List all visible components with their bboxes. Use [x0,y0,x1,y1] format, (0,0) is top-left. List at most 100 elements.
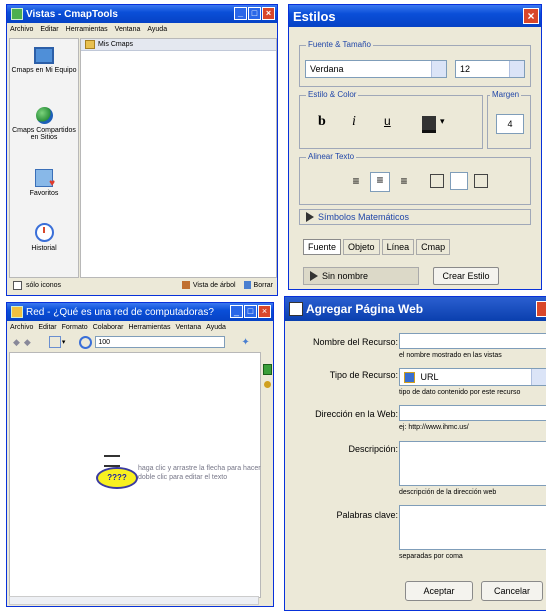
resource-name-label: Nombre del Recurso: [312,337,398,347]
create-style-button[interactable]: Crear Estilo [433,267,499,285]
math-symbols-label: Símbolos Matemáticos [318,212,410,222]
only-icons-checkbox[interactable] [13,280,22,290]
agregar-window: Agregar Página Web Nombre del Recurso: e… [284,296,546,611]
menu-archivo[interactable]: Archivo [10,26,33,33]
close-button[interactable] [536,301,546,317]
align-legend: Alinear Texto [306,152,357,161]
italic-button[interactable]: i [352,114,356,130]
web-address-hint: ej: http://www.ihmc.us/ [399,424,469,431]
vistas-main-pane: Mis Cmaps [80,38,277,278]
margin-legend: Margen [490,90,522,99]
chevron-down-icon[interactable] [509,61,524,77]
sidebar-item-historial[interactable]: Historial [10,223,78,252]
chevron-down-icon[interactable] [531,369,546,385]
sidebar-item-label: Cmaps Compartidos en Sitios [12,127,76,141]
play-icon [310,271,318,281]
horizontal-scrollbar[interactable] [9,596,259,605]
history-icon [34,223,54,242]
create-style-label: Crear Estilo [442,271,490,281]
folder-header[interactable]: Mis Cmaps [81,39,276,51]
bold-button[interactable]: b [318,114,326,130]
vistas-titlebar[interactable]: Vistas - CmapTools _ □ × [7,5,277,23]
resource-type-select[interactable]: URL [399,368,546,386]
agregar-titlebar[interactable]: Agregar Página Web [285,297,546,321]
chevron-down-icon[interactable]: ▾ [62,338,66,346]
sidebar-item-favoritos[interactable]: ♥ Favoritos [10,169,78,197]
estilos-titlebar[interactable]: Estilos × [289,5,541,27]
map-icon [11,306,23,318]
folder-header-label: Mis Cmaps [98,41,134,48]
style-name-bar[interactable]: Sin nombre [303,267,419,285]
vistas-sidebar: Cmaps en Mi Equipo Cmaps Compartidos en … [9,38,79,278]
accept-label: Aceptar [423,586,455,596]
tool-icon[interactable] [263,381,271,388]
minimize-button[interactable]: _ [234,7,247,20]
description-textarea[interactable] [399,441,546,486]
menu-colaborar[interactable]: Colaborar [93,324,124,331]
palette-icon[interactable] [262,364,272,375]
margin-group: Margen 4 [487,90,531,149]
tab-fuente[interactable]: Fuente [303,239,342,255]
align-center-icon[interactable]: ≡ [370,172,390,192]
maximize-button[interactable]: □ [244,305,257,318]
menu-editar[interactable]: Editar [38,324,56,331]
forward-icon[interactable]: ◆ [24,337,31,348]
valign-middle-icon[interactable] [450,172,468,190]
maximize-button[interactable]: □ [248,7,261,20]
menu-archivo[interactable]: Archivo [10,324,33,331]
resource-type-label: Tipo de Recurso: [329,370,398,380]
close-button[interactable]: × [262,7,275,20]
connector-handle-icon[interactable] [104,455,120,467]
text-color-icon[interactable] [422,116,436,133]
folder-icon [85,40,95,49]
accept-button[interactable]: Aceptar [405,581,473,601]
align-left-icon[interactable]: ≡ [348,174,364,190]
red-menubar: Archivo Editar Formato Colaborar Herrami… [7,321,273,334]
menu-ventana[interactable]: Ventana [115,26,141,33]
resource-type-value: URL [420,372,439,382]
chevron-down-icon[interactable] [431,61,446,77]
sidebar-item-mi-equipo[interactable]: Cmaps en Mi Equipo [10,47,78,74]
font-name-select[interactable]: Verdana [305,60,447,78]
tab-objeto[interactable]: Objeto [343,239,380,255]
red-titlebar[interactable]: Red - ¿Qué es una red de computadoras? _… [7,303,273,321]
math-symbols-toggle[interactable]: Símbolos Matemáticos [299,209,531,225]
cancel-button[interactable]: Cancelar [481,581,543,601]
menu-ayuda[interactable]: Ayuda [206,324,226,331]
close-button[interactable]: × [258,305,271,318]
valign-bottom-icon[interactable] [474,174,488,188]
back-icon[interactable]: ◆ [13,337,20,348]
menu-formato[interactable]: Formato [62,324,88,331]
view-icon[interactable] [48,336,61,348]
red-window: Red - ¿Qué es una red de computadoras? _… [6,302,274,607]
nav-icon[interactable]: ✦ [241,337,249,348]
minimize-button[interactable]: _ [230,305,243,318]
menu-herramientas[interactable]: Herramientas [66,26,108,33]
concept-map-canvas[interactable]: ???? haga clic y arrastre la flecha para… [9,352,261,598]
url-icon [404,372,415,384]
close-button[interactable]: × [523,8,539,24]
sidebar-item-compartidos[interactable]: Cmaps Compartidos en Sitios [10,107,78,141]
resource-type-hint: tipo de dato contenido por este recurso [399,389,521,396]
menu-ayuda[interactable]: Ayuda [147,26,167,33]
tree-view-button[interactable]: Vista de árbol [193,282,236,289]
tab-linea[interactable]: Línea [381,239,415,255]
menu-editar[interactable]: Editar [40,26,58,33]
delete-button[interactable]: Borrar [254,282,273,289]
font-size-select[interactable]: 12 [455,60,525,78]
align-right-icon[interactable]: ≡ [396,174,412,190]
web-address-input[interactable] [399,405,546,421]
resource-name-input[interactable] [399,333,546,349]
agregar-title: Agregar Página Web [306,302,424,316]
menu-herramientas[interactable]: Herramientas [128,324,170,331]
chevron-down-icon[interactable]: ▾ [440,116,445,127]
keywords-textarea[interactable] [399,505,546,550]
underline-button[interactable]: u [384,114,391,128]
valign-top-icon[interactable] [430,174,444,188]
description-label: Descripción: [348,444,398,454]
concept-node[interactable]: ???? [96,467,138,489]
zoom-select[interactable]: 100 [95,336,226,348]
menu-ventana[interactable]: Ventana [175,324,201,331]
tab-cmap[interactable]: Cmap [416,239,451,255]
margin-input[interactable]: 4 [496,114,524,134]
